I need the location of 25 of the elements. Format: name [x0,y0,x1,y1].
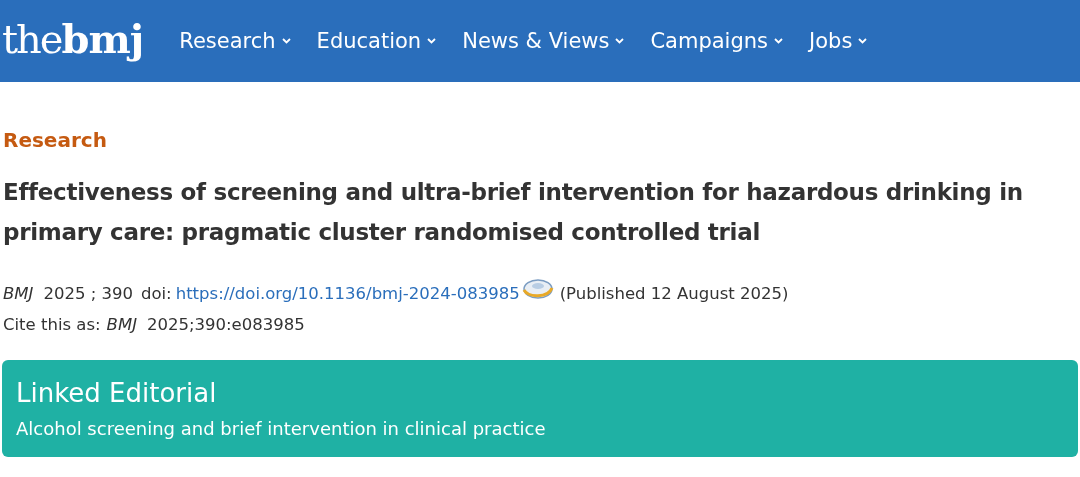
volume-text: 2025 ; 390 [43,283,133,305]
published-date: (Published 12 August 2025) [559,283,789,305]
logo[interactable]: bmj [61,14,144,62]
nav-menu-item[interactable]: Education [316,29,437,53]
chevron-down-icon [774,38,784,44]
nav-menu-item[interactable]: News & Views [462,29,625,53]
nav-menu-item[interactable]: Jobs [809,29,868,53]
doi-label: doi: [140,283,172,305]
doi-link[interactable]: https://doi.org/10.1136/bmj-2024-083985 [175,278,520,309]
editorial-link[interactable]: Alcohol screening and brief intervention in clinical practice [16,418,546,439]
chevron-down-icon [427,38,437,44]
nav-menu-item[interactable]: Research [179,29,291,53]
cite-label: Cite this as: [3,314,101,336]
journal-name: BMJ [3,283,34,305]
article-title: Effectiveness of screening and ultra-brief intervention for hazardous drinking in primary care: pragmatic cluster randomised controlled trial [3,178,1024,247]
logo[interactable]: the [2,15,62,62]
chevron-down-icon [281,38,291,44]
altmetric-icon[interactable] [521,277,554,300]
panel-heading: Linked Editorial [16,378,218,408]
chevron-down-icon [615,38,625,44]
citation-reference: 2025;390:e083985 [147,314,305,336]
chevron-down-icon [858,38,868,44]
nav-menu-item[interactable]: Campaigns [650,29,784,53]
journal-name: BMJ [106,314,137,336]
section-label: Research [3,128,108,152]
